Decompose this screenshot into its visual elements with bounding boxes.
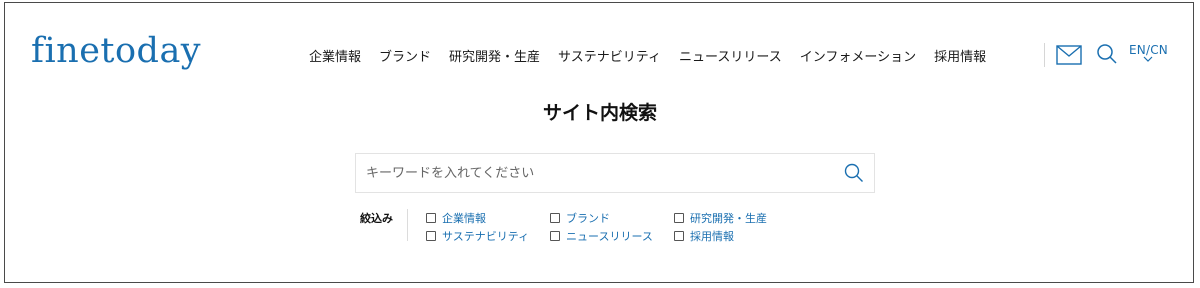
filter-option-rd-production[interactable]: 研究開発・生産 — [674, 210, 767, 226]
checkbox[interactable] — [674, 231, 684, 241]
filter-option-label: ブランド — [566, 212, 610, 225]
search-icon[interactable] — [1096, 43, 1118, 69]
mail-icon[interactable] — [1056, 45, 1082, 69]
filter-option-label: サステナビリティ — [442, 230, 530, 243]
filter-option-brand[interactable]: ブランド — [550, 210, 610, 226]
filter-option-company[interactable]: 企業情報 — [426, 210, 486, 226]
nav-item-sustainability[interactable]: サステナビリティ — [558, 46, 661, 65]
language-label: EN/CN — [1129, 43, 1168, 57]
nav-item-brand[interactable]: ブランド — [379, 46, 431, 65]
global-nav: 企業情報 ブランド 研究開発・生産 サステナビリティ ニュースリリース インフォ… — [309, 46, 986, 65]
finetoday-logo[interactable]: finetoday — [31, 31, 201, 71]
nav-item-recruit[interactable]: 採用情報 — [934, 46, 986, 65]
checkbox[interactable] — [426, 231, 436, 241]
page-frame: finetoday 企業情報 ブランド 研究開発・生産 サステナビリティ ニュー… — [4, 2, 1194, 283]
checkbox[interactable] — [550, 213, 560, 223]
nav-item-information[interactable]: インフォメーション — [800, 46, 916, 65]
filter-option-sustainability[interactable]: サステナビリティ — [426, 228, 529, 244]
search-submit-icon[interactable] — [844, 163, 864, 187]
site-search-box — [355, 153, 875, 193]
nav-item-rd-production[interactable]: 研究開発・生産 — [449, 46, 540, 65]
checkbox[interactable] — [550, 231, 560, 241]
filter-option-recruit[interactable]: 採用情報 — [674, 228, 734, 244]
nav-item-company[interactable]: 企業情報 — [309, 46, 361, 65]
nav-item-news-release[interactable]: ニュースリリース — [679, 46, 782, 65]
checkbox[interactable] — [426, 213, 436, 223]
search-input[interactable] — [356, 154, 836, 192]
nav-divider — [1044, 43, 1045, 67]
checkbox[interactable] — [674, 213, 684, 223]
page-title: サイト内検索 — [542, 102, 657, 124]
filter-label: 絞込み — [360, 212, 393, 225]
filter-option-label: 研究開発・生産 — [690, 212, 767, 225]
filter-option-label: 採用情報 — [690, 230, 734, 243]
language-switcher[interactable]: EN/CN — [1129, 43, 1168, 62]
filter-option-label: ニュースリリース — [566, 230, 653, 243]
filter-option-label: 企業情報 — [442, 212, 486, 225]
filter-divider — [407, 209, 408, 241]
filter-option-news-release[interactable]: ニュースリリース — [550, 228, 653, 244]
